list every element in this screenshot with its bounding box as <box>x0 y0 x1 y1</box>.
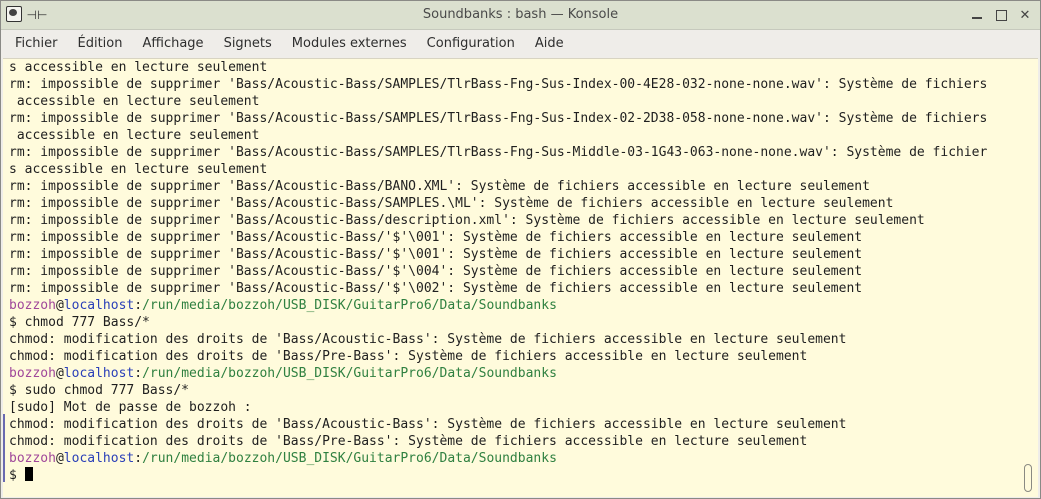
terminal-line: chmod: modification des droits de 'Bass/… <box>9 417 847 432</box>
terminal-line: accessible en lecture seulement <box>9 94 260 109</box>
menu-affichage[interactable]: Affichage <box>132 30 213 58</box>
terminal-line: rm: impossible de supprimer 'Bass/Acoust… <box>9 247 863 262</box>
prompt-path: /run/media/bozzoh/USB_DISK/GuitarPro6/Da… <box>142 366 557 381</box>
text-cursor[interactable] <box>24 467 33 481</box>
prompt-host: localhost <box>63 366 135 381</box>
selection-marker <box>3 414 5 482</box>
prompt-at: @ <box>55 451 64 466</box>
terminal-line: rm: impossible de supprimer 'Bass/Acoust… <box>9 111 988 126</box>
terminal-line: chmod: modification des droits de 'Bass/… <box>9 434 808 449</box>
terminal-line: $ chmod 777 Bass/* <box>9 315 150 330</box>
terminal-line: rm: impossible de supprimer 'Bass/Acoust… <box>9 264 863 279</box>
shell-prompt: bozzoh@localhost:/run/media/bozzoh/USB_D… <box>9 450 1014 467</box>
prompt-separator: : <box>134 366 143 381</box>
prompt-user: bozzoh <box>9 298 56 313</box>
scrollbar[interactable] <box>1022 59 1034 497</box>
terminal-line: [sudo] Mot de passe de bozzoh : <box>9 400 252 415</box>
menu-signets[interactable]: Signets <box>214 30 282 58</box>
terminal-line: rm: impossible de supprimer 'Bass/Acoust… <box>9 281 863 296</box>
prompt-path: /run/media/bozzoh/USB_DISK/GuitarPro6/Da… <box>142 298 557 313</box>
menu-fichier[interactable]: Fichier <box>1 30 68 58</box>
shell-prompt: bozzoh@localhost:/run/media/bozzoh/USB_D… <box>9 365 1014 382</box>
maximize-icon[interactable] <box>992 6 1010 24</box>
window-title: Soundbanks : bash — Konsole <box>422 7 619 22</box>
prompt-at: @ <box>55 366 64 381</box>
terminal-line: rm: impossible de supprimer 'Bass/Acoust… <box>9 145 988 160</box>
prompt-symbol: $ <box>9 468 25 483</box>
terminal-line: rm: impossible de supprimer 'Bass/Acoust… <box>9 230 863 245</box>
terminal-line: rm: impossible de supprimer 'Bass/Acoust… <box>9 179 870 194</box>
shell-prompt: bozzoh@localhost:/run/media/bozzoh/USB_D… <box>9 297 1014 314</box>
prompt-host: localhost <box>63 298 135 313</box>
prompt-at: @ <box>55 298 64 313</box>
close-icon[interactable]: ✕ <box>1016 6 1034 24</box>
command-input-line: $ <box>9 467 1014 484</box>
menu-edition[interactable]: Édition <box>68 30 133 58</box>
terminal-line: rm: impossible de supprimer 'Bass/Acoust… <box>9 77 988 92</box>
prompt-user: bozzoh <box>9 366 56 381</box>
terminal-line: chmod: modification des droits de 'Bass/… <box>9 349 808 364</box>
terminal-line: $ sudo chmod 777 Bass/* <box>9 383 190 398</box>
terminal-line: s accessible en lecture seulement <box>9 60 268 75</box>
terminal-line: accessible en lecture seulement <box>9 128 260 143</box>
prompt-user: bozzoh <box>9 451 56 466</box>
terminal-line: rm: impossible de supprimer 'Bass/Acoust… <box>9 213 925 228</box>
konsole-window: ⊣⊢ Soundbanks : bash — Konsole ✕ Fichier… <box>0 0 1041 499</box>
terminal-output: s accessible en lecture seulement rm: imp… <box>9 59 1014 484</box>
prompt-separator: : <box>134 298 143 313</box>
title-bar[interactable]: ⊣⊢ Soundbanks : bash — Konsole ✕ <box>1 1 1040 30</box>
terminal-area[interactable]: s accessible en lecture seulement rm: imp… <box>3 58 1038 497</box>
menu-modules-externes[interactable]: Modules externes <box>282 30 417 58</box>
terminal-line: s accessible en lecture seulement <box>9 162 268 177</box>
prompt-path: /run/media/bozzoh/USB_DISK/GuitarPro6/Da… <box>142 451 557 466</box>
prompt-host: localhost <box>63 451 135 466</box>
menu-bar: Fichier Édition Affichage Signets Module… <box>1 30 1040 58</box>
minimize-icon[interactable] <box>968 6 986 24</box>
terminal-line: rm: impossible de supprimer 'Bass/Acoust… <box>9 196 894 211</box>
prompt-separator: : <box>134 451 143 466</box>
scrollbar-thumb[interactable] <box>1024 464 1032 492</box>
menu-aide[interactable]: Aide <box>525 30 574 58</box>
menu-configuration[interactable]: Configuration <box>417 30 525 58</box>
terminal-line: chmod: modification des droits de 'Bass/… <box>9 332 847 347</box>
